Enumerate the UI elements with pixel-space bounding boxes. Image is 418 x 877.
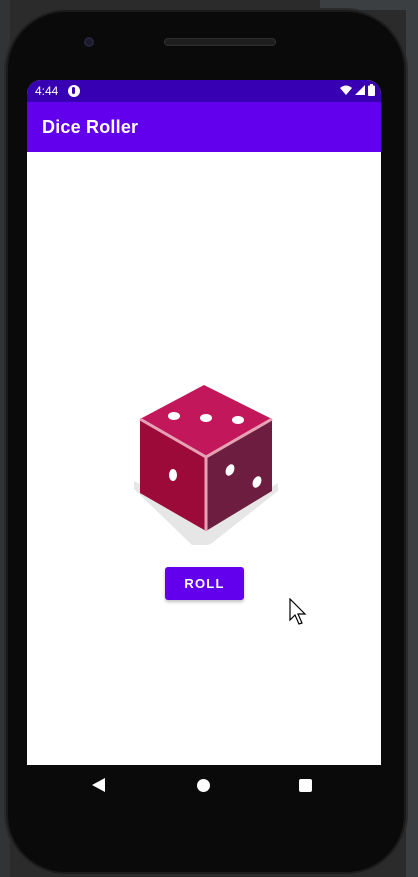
dice-pip	[232, 416, 244, 424]
dice-image	[134, 385, 278, 545]
status-bar: 4:44	[27, 80, 381, 102]
cellular-signal-icon	[355, 85, 365, 95]
nav-back-icon[interactable]	[92, 778, 105, 792]
status-time: 4:44	[35, 84, 59, 98]
roll-button[interactable]: ROLL	[165, 567, 244, 600]
notification-app-icon	[68, 85, 80, 97]
nav-home-icon[interactable]	[197, 779, 210, 792]
earpiece-speaker	[164, 38, 276, 46]
app-screen: 4:44 Dice Roller ROLL	[27, 80, 381, 765]
ide-right-gutter	[406, 0, 418, 877]
app-title: Dice Roller	[42, 117, 139, 137]
mouse-pointer-icon	[289, 598, 307, 625]
dice-pip	[169, 469, 177, 481]
battery-icon	[368, 84, 375, 96]
dice-pip	[200, 414, 212, 422]
nav-recents-icon[interactable]	[299, 779, 312, 792]
ide-toolbar-fragment	[320, 0, 418, 10]
app-bar: Dice Roller	[27, 102, 381, 152]
front-camera	[84, 37, 94, 47]
status-icons	[340, 84, 375, 96]
wifi-icon	[340, 85, 352, 95]
dice-pip	[168, 412, 180, 420]
device-frame: 4:44 Dice Roller ROLL	[8, 12, 404, 872]
